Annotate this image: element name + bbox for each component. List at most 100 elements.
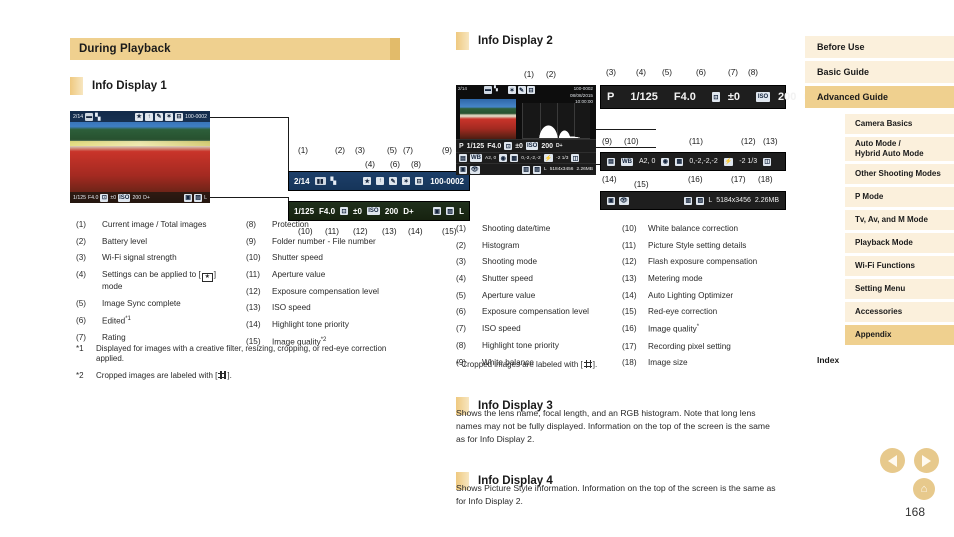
tab-marker-icon bbox=[456, 32, 469, 50]
legend-number: (8) bbox=[456, 340, 467, 350]
crop-icon bbox=[218, 370, 227, 379]
shooting-date: 08/08/2015 bbox=[570, 92, 593, 98]
callout-1: (1) bbox=[298, 146, 309, 155]
legend-column-left: (1) Current image / Total images (2) Bat… bbox=[76, 220, 244, 350]
manual-page: During Playback Info Display 1 2/14 ▬ ▚ … bbox=[0, 0, 954, 537]
rating-icon: ✶ bbox=[165, 112, 174, 121]
legend-text: Exposure compensation level bbox=[272, 286, 379, 296]
quality-icon: ▨ bbox=[533, 165, 542, 174]
callout-4: (4) bbox=[636, 68, 647, 77]
callout-2: (2) bbox=[335, 146, 346, 155]
legend-text-4: Settings can be applied to [★] mode bbox=[102, 270, 217, 292]
callout-6: (6) bbox=[390, 160, 401, 169]
list-item: (3) Wi-Fi signal strength bbox=[76, 253, 244, 264]
callout-9: (9) bbox=[442, 146, 453, 155]
legend-number: (7) bbox=[76, 333, 87, 343]
exp-iso: 200 bbox=[778, 91, 797, 103]
aperture-value: F4.0 bbox=[487, 142, 502, 150]
callout-2: (2) bbox=[546, 70, 557, 79]
battery-icon: ▬ bbox=[85, 112, 94, 121]
iso-icon: ISO bbox=[118, 193, 131, 202]
camera2-exposure-row: P 1/125 F4.0 ⊡ ±0 ISO 200 D+ bbox=[456, 139, 596, 152]
callout-9: (9) bbox=[602, 137, 613, 146]
sidebar-item-index[interactable]: Index bbox=[805, 350, 954, 370]
list-item: (6) Edited*1 bbox=[76, 316, 244, 327]
sidebar-item-label: Appendix bbox=[855, 330, 892, 339]
exp-redeye-icon: 👁 bbox=[619, 196, 629, 205]
list-item: (12) Flash exposure compensation bbox=[622, 257, 792, 268]
white-balance-icon: ▤ bbox=[459, 154, 467, 162]
sidebar-item-camera-basics[interactable]: Camera Basics bbox=[845, 114, 954, 134]
legend-number: (16) bbox=[622, 324, 637, 334]
sidebar-item-before-use[interactable]: Before Use bbox=[805, 36, 954, 58]
callout-17: (17) bbox=[731, 175, 746, 184]
sidebar-item-wifi-functions[interactable]: Wi-Fi Functions bbox=[845, 256, 954, 276]
sidebar-item-label: Wi-Fi Functions bbox=[855, 261, 915, 270]
home-button[interactable]: ⌂ bbox=[913, 478, 935, 500]
legend-number: (5) bbox=[456, 290, 467, 300]
legend-number: (10) bbox=[246, 253, 261, 263]
drive-mode-icon: ▥ bbox=[522, 165, 531, 174]
exposure-comp-value: ±0 bbox=[110, 194, 117, 201]
legend-text: Shutter speed bbox=[482, 274, 533, 284]
wb-correction-value: A2, 0 bbox=[485, 155, 497, 161]
sidebar-item-basic-guide[interactable]: Basic Guide bbox=[805, 61, 954, 83]
subheading-label: Info Display 2 bbox=[478, 35, 553, 47]
sidebar-item-setting-menu[interactable]: Setting Menu bbox=[845, 279, 954, 299]
legend-number: (6) bbox=[456, 307, 467, 317]
iso-value: 200 bbox=[132, 194, 142, 201]
sidebar-item-p-mode[interactable]: P Mode bbox=[845, 187, 954, 207]
exp-alo-icon: ▣ bbox=[607, 196, 615, 205]
sidebar-item-playback-mode[interactable]: Playback Mode bbox=[845, 233, 954, 253]
image-sync-icon: ↑ bbox=[145, 112, 154, 121]
sidebar-item-label: Other Shooting Modes bbox=[855, 169, 941, 178]
image-counter: 2/14 bbox=[73, 113, 84, 120]
sidebar-item-label: Basic Guide bbox=[817, 67, 870, 77]
expanded-quality-icon: ▨ bbox=[446, 207, 455, 215]
expanded-whitebalance-bar: ▤ WB A2, 0 ◉ ▦ 0,-2,-2,-2 ⚡ -2 1/3 ◫ bbox=[600, 152, 786, 171]
expanded-aperture: F4.0 bbox=[319, 206, 336, 216]
metering-mode-icon: ◫ bbox=[571, 154, 580, 162]
sidebar-item-other-shooting-modes[interactable]: Other Shooting Modes bbox=[845, 164, 954, 184]
legend-text: Battery level bbox=[102, 236, 148, 246]
exp-picstyle-icon: ▦ bbox=[675, 157, 684, 166]
wb-correction-icon: WB bbox=[470, 154, 482, 162]
legend-number: (15) bbox=[622, 307, 637, 317]
image-quality-value: L bbox=[544, 167, 547, 172]
callout-18: (18) bbox=[758, 175, 773, 184]
exposure-comp-icon: ⊡ bbox=[504, 142, 513, 150]
sidebar-item-auto-mode[interactable]: Auto Mode / Hybrid Auto Mode bbox=[845, 137, 954, 161]
legend-number: (2) bbox=[456, 240, 467, 250]
list-item: (16) Image quality* bbox=[622, 324, 792, 335]
sidebar-item-tv-av-m-mode[interactable]: Tv, Av, and M Mode bbox=[845, 210, 954, 230]
page-navigation bbox=[880, 448, 939, 473]
list-item: (5) Aperture value bbox=[456, 291, 616, 302]
callout-12: (12) bbox=[741, 137, 756, 146]
list-item: (14) Auto Lighting Optimizer bbox=[622, 291, 792, 302]
expanded-quality-bar: ▣ 👁 ▥ ▨ L 5184x3456 2.26MB bbox=[600, 191, 786, 210]
arrow-left-icon bbox=[888, 454, 897, 467]
star-settings-icon: ★ bbox=[135, 112, 144, 121]
leader-line-bottom bbox=[210, 197, 288, 198]
sidebar-item-accessories[interactable]: Accessories bbox=[845, 302, 954, 322]
list-item: (12) Exposure compensation level bbox=[246, 287, 416, 298]
legend-number: (13) bbox=[622, 274, 637, 284]
legend-text: Histogram bbox=[482, 240, 520, 250]
sidebar-navigation: Before Use Basic Guide Advanced Guide Ca… bbox=[805, 36, 954, 370]
list-item: (2) Histogram bbox=[456, 241, 616, 252]
legend-number: (11) bbox=[246, 270, 260, 280]
wifi-signal-icon: ▚ bbox=[494, 86, 498, 92]
sidebar-item-advanced-guide[interactable]: Advanced Guide bbox=[805, 86, 954, 108]
legend-text: Recording pixel setting bbox=[648, 341, 731, 351]
legend-number: (1) bbox=[76, 220, 87, 229]
footnote-1: *1 Displayed for images with a creative … bbox=[70, 344, 410, 365]
picture-style-icon: ▦ bbox=[510, 154, 519, 162]
sidebar-item-appendix[interactable]: Appendix bbox=[845, 325, 954, 345]
legend-number: (14) bbox=[246, 320, 261, 330]
next-page-button[interactable] bbox=[914, 448, 939, 473]
camera2-battery-group: ▬ ▚ bbox=[484, 86, 498, 94]
legend-number: (1) bbox=[456, 224, 467, 233]
previous-page-button[interactable] bbox=[880, 448, 905, 473]
list-item: (7) Rating bbox=[76, 333, 244, 344]
tab-marker-icon bbox=[70, 77, 83, 95]
